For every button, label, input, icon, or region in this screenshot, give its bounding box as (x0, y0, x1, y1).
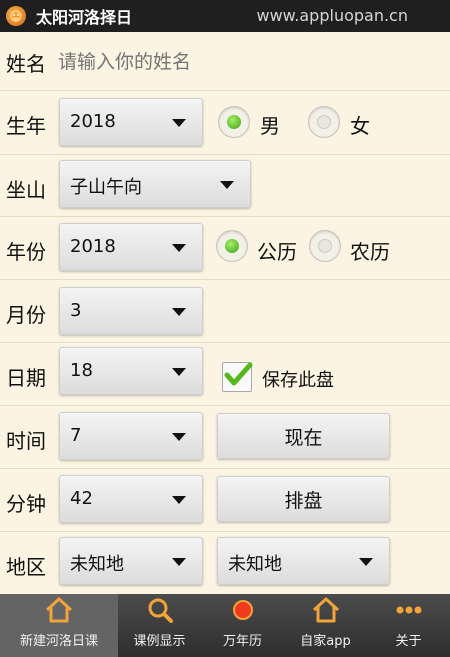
radio-dot-icon (318, 239, 332, 253)
year-value: 2018 (70, 236, 116, 257)
year-label: 年份 (6, 240, 46, 264)
save-label: 保存此盘 (262, 370, 334, 391)
dropdown-caret-icon (359, 558, 373, 566)
month-row: 月份 3 (0, 279, 450, 343)
home-icon (310, 595, 342, 625)
region-province-select[interactable]: 未知地 (59, 537, 203, 585)
day-value: 18 (70, 360, 93, 381)
tab-about[interactable]: 关于 (367, 594, 450, 657)
day-label: 日期 (6, 366, 46, 390)
title-bar: 太阳河洛择日 www.appluopan.cn (0, 0, 450, 32)
dropdown-caret-icon (220, 181, 234, 189)
birth-year-label: 生年 (6, 114, 46, 138)
gender-male-radio[interactable] (218, 106, 250, 138)
hour-value: 7 (70, 425, 82, 446)
app-title: 太阳河洛择日 (36, 8, 133, 27)
tab-label: 新建河洛日课 (19, 634, 98, 649)
arrange-button[interactable]: 排盘 (217, 476, 390, 522)
solar-calendar-label: 公历 (257, 240, 297, 264)
region-city-value: 未知地 (228, 554, 282, 575)
lunar-calendar-radio[interactable] (309, 230, 341, 262)
tab-label: 关于 (395, 634, 422, 649)
day-select[interactable]: 18 (59, 347, 203, 395)
hour-label: 时间 (6, 429, 46, 453)
gender-female-radio[interactable] (308, 106, 340, 138)
tab-course-display[interactable]: 课例显示 (118, 594, 201, 657)
minute-value: 42 (70, 488, 93, 509)
dropdown-caret-icon (172, 119, 186, 127)
hour-row: 时间 7 现在 (0, 405, 450, 469)
solar-calendar-radio[interactable] (216, 230, 248, 262)
tab-new-hl-course[interactable]: 新建河洛日课 (0, 594, 118, 657)
region-province-value: 未知地 (70, 554, 124, 575)
birth-year-select[interactable]: 2018 (59, 98, 203, 146)
radio-dot-icon (317, 115, 331, 129)
minute-select[interactable]: 42 (59, 475, 203, 523)
month-select[interactable]: 3 (59, 287, 203, 335)
tab-label: 万年历 (222, 634, 262, 649)
checkmark-icon (224, 362, 253, 386)
region-row: 地区 未知地 未知地 (0, 531, 450, 594)
dropdown-caret-icon (172, 244, 186, 252)
dropdown-caret-icon (172, 433, 186, 441)
tab-label: 课例显示 (133, 634, 186, 649)
year-select[interactable]: 2018 (59, 223, 203, 271)
bottom-nav: 新建河洛日课 课例显示 万年历 自家app 关于 (0, 594, 450, 657)
gender-female-label: 女 (350, 114, 370, 138)
name-label: 姓名 (6, 52, 46, 76)
dropdown-caret-icon (172, 558, 186, 566)
tab-own-app[interactable]: 自家app (284, 594, 367, 657)
save-checkbox[interactable] (222, 362, 253, 392)
region-city-select[interactable]: 未知地 (217, 537, 390, 585)
region-label: 地区 (6, 555, 46, 579)
tab-label: 自家app (300, 634, 351, 649)
month-value: 3 (70, 300, 82, 321)
day-row: 日期 18 保存此盘 (0, 342, 450, 406)
month-label: 月份 (6, 303, 46, 327)
more-icon (393, 595, 425, 625)
birth-year-row: 生年 2018 男 女 (0, 90, 450, 155)
tab-calendar[interactable]: 万年历 (201, 594, 284, 657)
home-icon (43, 595, 75, 625)
minute-label: 分钟 (6, 492, 46, 516)
sitting-value: 子山午向 (70, 177, 142, 198)
sitting-row: 坐山 子山午向 (0, 154, 450, 217)
red-dot-icon (227, 595, 259, 625)
birth-year-value: 2018 (70, 111, 116, 132)
app-logo-icon (6, 6, 26, 26)
dropdown-caret-icon (172, 308, 186, 316)
now-button[interactable]: 现在 (217, 413, 390, 459)
sitting-select[interactable]: 子山午向 (59, 160, 251, 208)
watermark: www.appluopan.cn (256, 6, 409, 25)
lunar-calendar-label: 农历 (350, 240, 390, 264)
search-icon (144, 595, 176, 625)
dropdown-caret-icon (172, 496, 186, 504)
sitting-label: 坐山 (6, 178, 46, 202)
gender-male-label: 男 (260, 114, 280, 138)
year-row: 年份 2018 公历 农历 (0, 216, 450, 280)
hour-select[interactable]: 7 (59, 412, 203, 460)
name-input[interactable] (56, 50, 440, 74)
dropdown-caret-icon (172, 368, 186, 376)
radio-dot-icon (225, 239, 239, 253)
minute-row: 分钟 42 排盘 (0, 468, 450, 532)
name-row: 姓名 (0, 32, 450, 91)
radio-dot-icon (227, 115, 241, 129)
